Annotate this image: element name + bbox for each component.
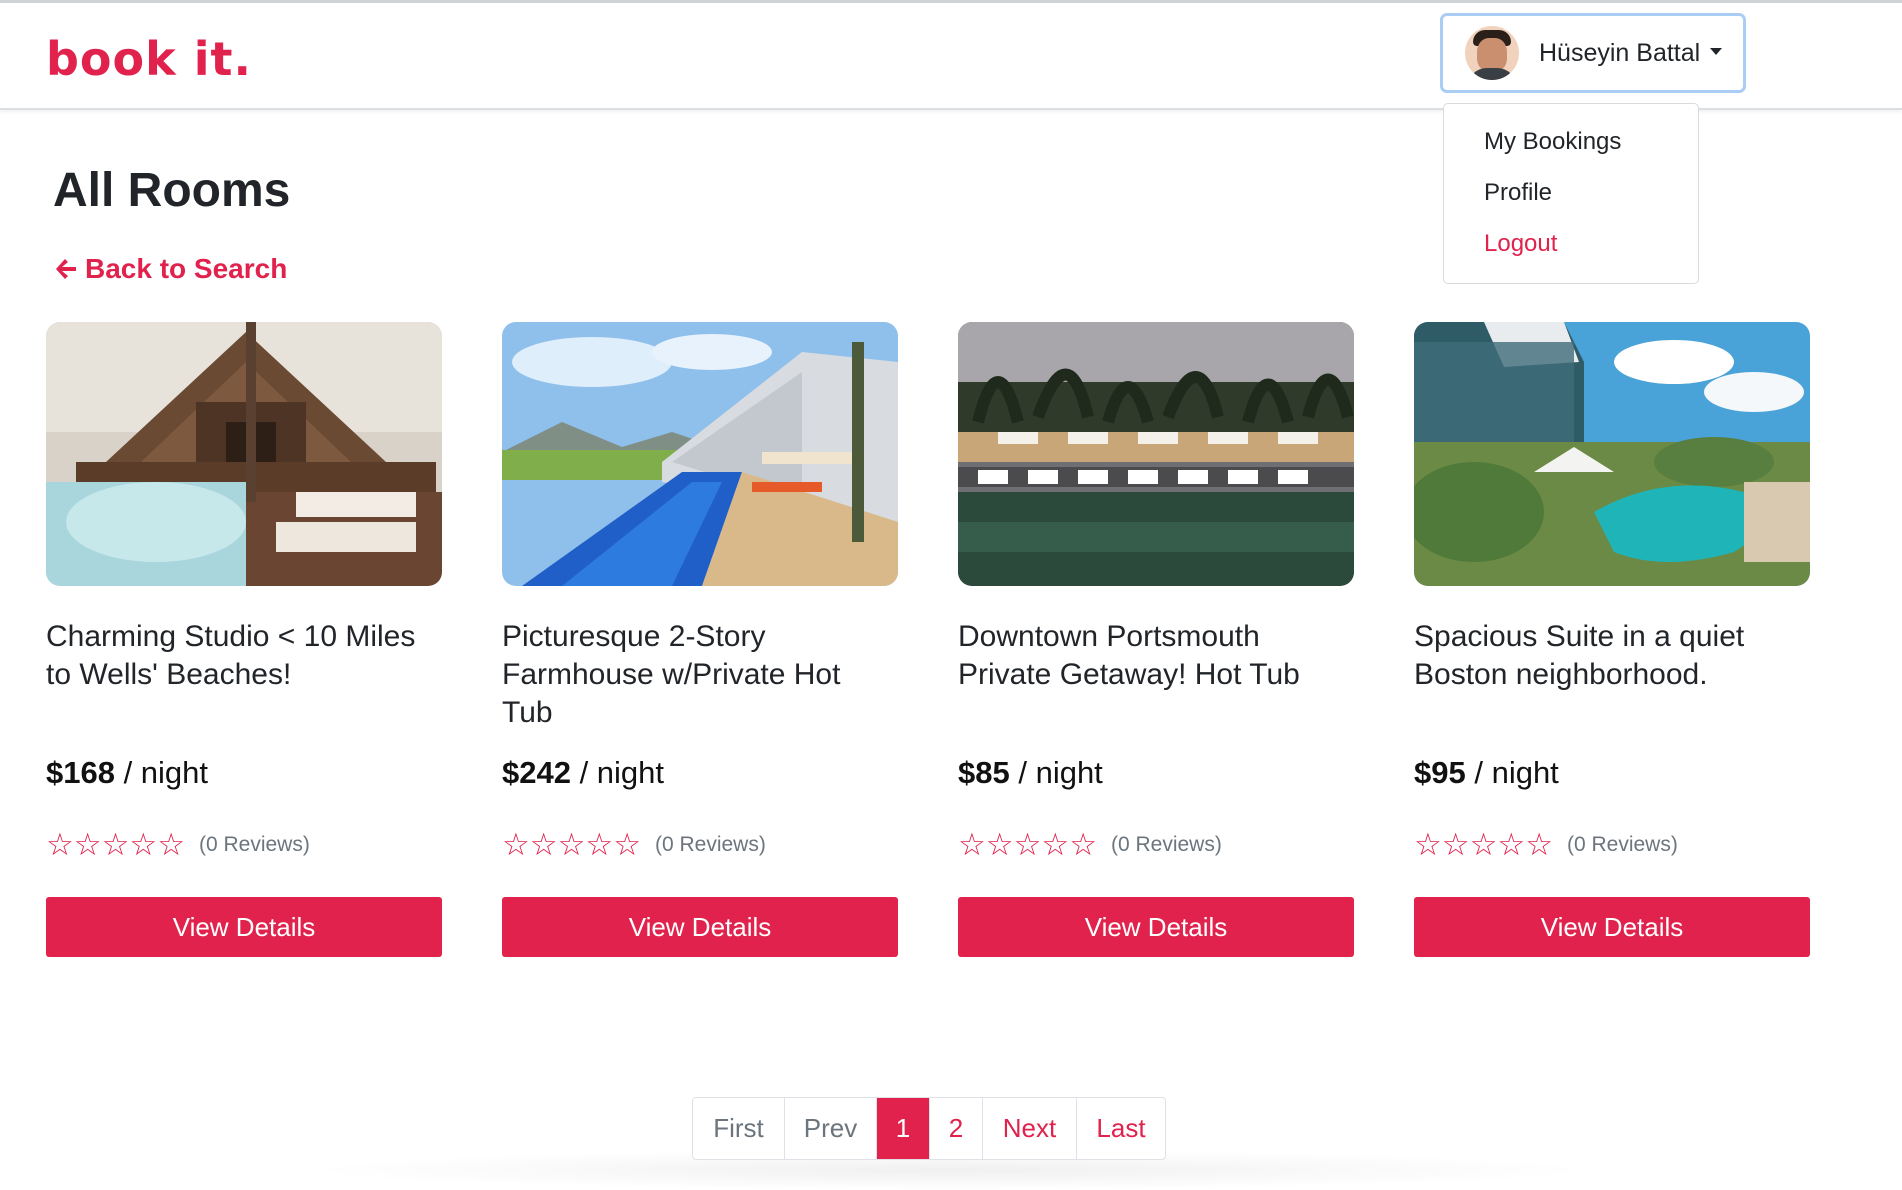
room-price: $168 / night xyxy=(46,755,208,791)
price-unit: / night xyxy=(1009,755,1103,790)
star-rating: ☆ ☆ ☆ ☆ ☆ xyxy=(958,829,1097,861)
star-outline-icon: ☆ xyxy=(585,827,614,862)
price-amount: $242 xyxy=(502,755,571,790)
room-price: $242 / night xyxy=(502,755,664,791)
star-outline-icon: ☆ xyxy=(73,827,102,862)
avatar xyxy=(1465,26,1519,80)
star-outline-icon: ☆ xyxy=(557,827,586,862)
user-menu-button[interactable]: Hüseyin Battal xyxy=(1440,13,1746,93)
star-outline-icon: ☆ xyxy=(1069,827,1097,862)
back-link-label: Back to Search xyxy=(85,253,288,284)
price-amount: $95 xyxy=(1414,755,1466,790)
view-details-button[interactable]: View Details xyxy=(958,897,1354,957)
view-details-button[interactable]: View Details xyxy=(502,897,898,957)
price-amount: $168 xyxy=(46,755,115,790)
star-outline-icon: ☆ xyxy=(1525,827,1553,862)
room-card: Picturesque 2-Story Farmhouse w/Private … xyxy=(502,322,898,957)
caret-down-icon xyxy=(1710,47,1723,55)
star-rating: ☆ ☆ ☆ ☆ ☆ xyxy=(1414,829,1553,861)
pagination-prev[interactable]: Prev xyxy=(785,1098,877,1159)
room-image[interactable] xyxy=(502,322,898,586)
view-details-button[interactable]: View Details xyxy=(1414,897,1810,957)
user-name: Hüseyin Battal xyxy=(1539,38,1701,67)
star-outline-icon: ☆ xyxy=(529,827,558,862)
price-unit: / night xyxy=(1465,755,1559,790)
room-title[interactable]: Picturesque 2-Story Farmhouse w/Private … xyxy=(502,618,898,732)
star-outline-icon: ☆ xyxy=(613,827,641,862)
room-image[interactable] xyxy=(1414,322,1810,586)
rating: ☆ ☆ ☆ ☆ ☆ (0 Reviews) xyxy=(1414,829,1678,861)
star-outline-icon: ☆ xyxy=(1497,827,1526,862)
star-outline-icon: ☆ xyxy=(101,827,130,862)
pagination-first[interactable]: First xyxy=(693,1098,785,1159)
star-outline-icon: ☆ xyxy=(1441,827,1470,862)
arrow-left-icon xyxy=(56,259,76,279)
reviews-count: (0 Reviews) xyxy=(198,833,310,856)
star-rating: ☆ ☆ ☆ ☆ ☆ xyxy=(502,829,641,861)
menu-item-my-bookings[interactable]: My Bookings xyxy=(1484,127,1621,157)
room-title[interactable]: Charming Studio < 10 Miles to Wells' Bea… xyxy=(46,618,442,694)
star-outline-icon: ☆ xyxy=(502,827,530,862)
star-outline-icon: ☆ xyxy=(157,827,185,862)
star-outline-icon: ☆ xyxy=(958,827,986,862)
room-image[interactable] xyxy=(958,322,1354,586)
star-outline-icon: ☆ xyxy=(1041,827,1070,862)
reviews-count: (0 Reviews) xyxy=(654,833,766,856)
room-price: $95 / night xyxy=(1414,755,1559,791)
rating: ☆ ☆ ☆ ☆ ☆ (0 Reviews) xyxy=(502,829,766,861)
pagination: First Prev 1 2 Next Last xyxy=(692,1097,1166,1160)
pagination-page-1[interactable]: 1 xyxy=(877,1098,930,1159)
room-image[interactable] xyxy=(46,322,442,586)
view-details-button[interactable]: View Details xyxy=(46,897,442,957)
room-card: Downtown Portsmouth Private Getaway! Hot… xyxy=(958,322,1354,957)
star-rating: ☆ ☆ ☆ ☆ ☆ xyxy=(46,829,185,861)
page-title: All Rooms xyxy=(53,164,291,217)
star-outline-icon: ☆ xyxy=(1469,827,1498,862)
star-outline-icon: ☆ xyxy=(129,827,158,862)
reviews-count: (0 Reviews) xyxy=(1110,833,1222,856)
room-price: $85 / night xyxy=(958,755,1103,791)
room-card: Spacious Suite in a quiet Boston neighbo… xyxy=(1414,322,1810,957)
rating: ☆ ☆ ☆ ☆ ☆ (0 Reviews) xyxy=(958,829,1222,861)
room-title[interactable]: Spacious Suite in a quiet Boston neighbo… xyxy=(1414,618,1810,694)
logo[interactable]: book it. xyxy=(46,31,252,87)
star-outline-icon: ☆ xyxy=(1013,827,1042,862)
price-unit: / night xyxy=(114,755,209,790)
pagination-next[interactable]: Next xyxy=(983,1098,1077,1159)
price-unit: / night xyxy=(570,755,665,790)
room-title[interactable]: Downtown Portsmouth Private Getaway! Hot… xyxy=(958,618,1354,694)
star-outline-icon: ☆ xyxy=(46,827,74,862)
star-outline-icon: ☆ xyxy=(1414,827,1442,862)
room-card: Charming Studio < 10 Miles to Wells' Bea… xyxy=(46,322,442,957)
star-outline-icon: ☆ xyxy=(985,827,1014,862)
reviews-count: (0 Reviews) xyxy=(1566,833,1678,856)
back-to-search-link[interactable]: Back to Search xyxy=(53,253,287,285)
pagination-page-2[interactable]: 2 xyxy=(930,1098,983,1159)
price-amount: $85 xyxy=(958,755,1010,790)
menu-item-logout[interactable]: Logout xyxy=(1484,229,1557,259)
user-dropdown-menu: My Bookings Profile Logout xyxy=(1443,103,1699,284)
menu-item-profile[interactable]: Profile xyxy=(1484,178,1552,208)
pagination-last[interactable]: Last xyxy=(1077,1098,1165,1159)
rating: ☆ ☆ ☆ ☆ ☆ (0 Reviews) xyxy=(46,829,310,861)
navbar: book it. Hüseyin Battal xyxy=(0,3,1902,110)
